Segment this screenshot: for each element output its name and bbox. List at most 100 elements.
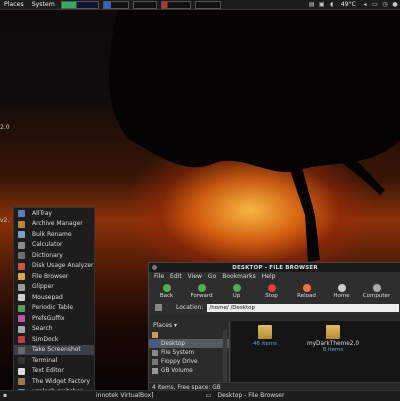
toolbar-label: Computer [362,292,391,299]
swap-monitor [160,0,191,9]
place-item[interactable]: GB Volume [149,366,229,375]
clock-icon[interactable]: ◷ [382,1,388,8]
menu-item[interactable]: Glipper [14,282,94,293]
app-icon [18,378,25,385]
menu-help[interactable]: Help [262,273,276,280]
menu-go[interactable]: Go [208,273,216,280]
place-item[interactable]: Desktop [149,339,229,348]
menu-item[interactable]: Take Screenshot [14,344,94,355]
menu-view[interactable]: View [188,273,202,280]
stop-button[interactable]: Stop [254,281,289,301]
menu-item[interactable]: Disk Usage Analyzer [14,261,94,272]
menu-item-label: Disk Usage Analyzer [32,262,94,270]
menu-item[interactable]: The Widget Factory [14,376,94,387]
home-button[interactable]: Home [324,281,359,301]
toolbar: Back Forward Up Stop Reload Home Computer [149,281,400,301]
menu-bookmarks[interactable]: Bookmarks [222,273,256,280]
place-item[interactable]: Floppy Drive [149,357,229,366]
menu-file[interactable]: File [154,273,164,280]
window-menu-icon[interactable] [152,265,157,270]
location-bar: Location: /home/ /Desktop [149,301,400,314]
menu-item[interactable]: PrefsGuffix [14,313,94,324]
menu-item-label: Take Screenshot [32,346,81,354]
places-menu[interactable]: Places [0,1,28,8]
menu-item-label: Calculator [32,241,63,249]
toolbar-label: Forward [190,292,213,299]
menu-item-label: Glipper [32,283,54,291]
places-sidebar: Places ▾ Desktop File System Floppy Drive G… [149,321,230,383]
place-icon [152,367,158,374]
file-item-count: 46 items [252,341,278,347]
menu-item-label: Text Editor [32,367,64,375]
network-icon[interactable]: ▤ [309,1,315,8]
places-header[interactable]: Places ▾ [149,321,229,330]
menu-item-label: SimDock [32,335,59,343]
app-icon [18,325,25,333]
menu-item-label: Terminal [32,356,58,364]
edit-location-icon[interactable] [155,304,162,311]
place-icon [152,358,158,365]
network-monitor [132,0,157,9]
temperature-readout: 49°C [340,1,356,8]
user-icon[interactable]: ● [392,1,398,8]
home-icon [337,283,346,292]
file-item[interactable]: 46 items [235,325,295,347]
menu-item-label: Search [32,325,53,333]
app-icon [18,283,25,291]
app-icon [18,336,25,343]
stop-icon [267,283,276,292]
app-icon [18,220,25,228]
menu-item-label: Periodic Table [32,304,74,312]
file-browser-window: DESKTOP - FILE BROWSER File Edit View Go Boo… [148,262,400,394]
back-button[interactable]: Back [149,281,184,301]
app-icon [18,346,25,354]
back-icon [162,283,171,292]
menu-item-label: The Widget Factory [32,377,91,385]
desktop-icon-label-2: v2. [0,217,10,224]
menu-item[interactable]: File Browser [14,271,94,282]
show-desktop-icon[interactable]: ▪ [2,393,8,399]
folder-icon [258,325,272,339]
display-icon[interactable]: ▣ [319,1,325,8]
file-view: 46 items myDarkTheme2.0 8 items [231,321,400,383]
window-body: Places ▾ Desktop File System Floppy Drive G… [149,321,400,383]
app-icon [18,241,25,249]
window-titlebar[interactable]: DESKTOP - FILE BROWSER [149,263,400,272]
reload-button[interactable]: Reload [289,281,324,301]
menu-item[interactable]: Search [14,324,94,335]
menu-item[interactable]: Periodic Table [14,303,94,314]
menu-item[interactable]: Calculator [14,240,94,251]
toolbar-label: Reload [297,292,316,299]
menu-item[interactable]: AllTray [14,208,94,219]
file-item[interactable]: myDarkTheme2.0 8 items [303,325,363,353]
place-item[interactable]: File System [149,348,229,357]
menu-item[interactable]: Mousepad [14,292,94,303]
menu-item[interactable]: Dictionary [14,250,94,261]
place-label: Desktop [161,340,185,347]
menu-item[interactable]: Text Editor [14,366,94,377]
place-icon [152,331,158,338]
place-label: Floppy Drive [161,358,198,365]
app-icon [18,231,25,238]
place-item[interactable] [149,330,229,339]
menu-edit[interactable]: Edit [170,273,182,280]
menu-item[interactable]: Archive Manager [14,219,94,230]
system-menu[interactable]: System [28,1,59,8]
volume-icon[interactable]: ◂ [362,1,368,8]
menu-item[interactable]: Terminal [14,355,94,366]
battery-icon[interactable]: ▭ [372,1,378,8]
computer-button[interactable]: Computer [359,281,394,301]
app-icon [18,262,25,270]
up-button[interactable]: Up [219,281,254,301]
menu-item[interactable]: Bulk Rename [14,229,94,240]
load-monitor [194,0,221,9]
up-icon [232,283,241,292]
places-scrollbar[interactable] [223,330,227,382]
forward-button[interactable]: Forward [184,281,219,301]
toolbar-label: Stop [265,292,278,299]
desktop-icon-label: 2.0 [0,124,10,131]
cpu-monitor [60,0,99,9]
menu-item[interactable]: SimDock [14,334,94,345]
top-panel: Places System ▤ ▣ ◖ 49°C ◂ ▭ ◷ ● [0,0,400,10]
location-input[interactable]: /home/ /Desktop [207,303,400,312]
